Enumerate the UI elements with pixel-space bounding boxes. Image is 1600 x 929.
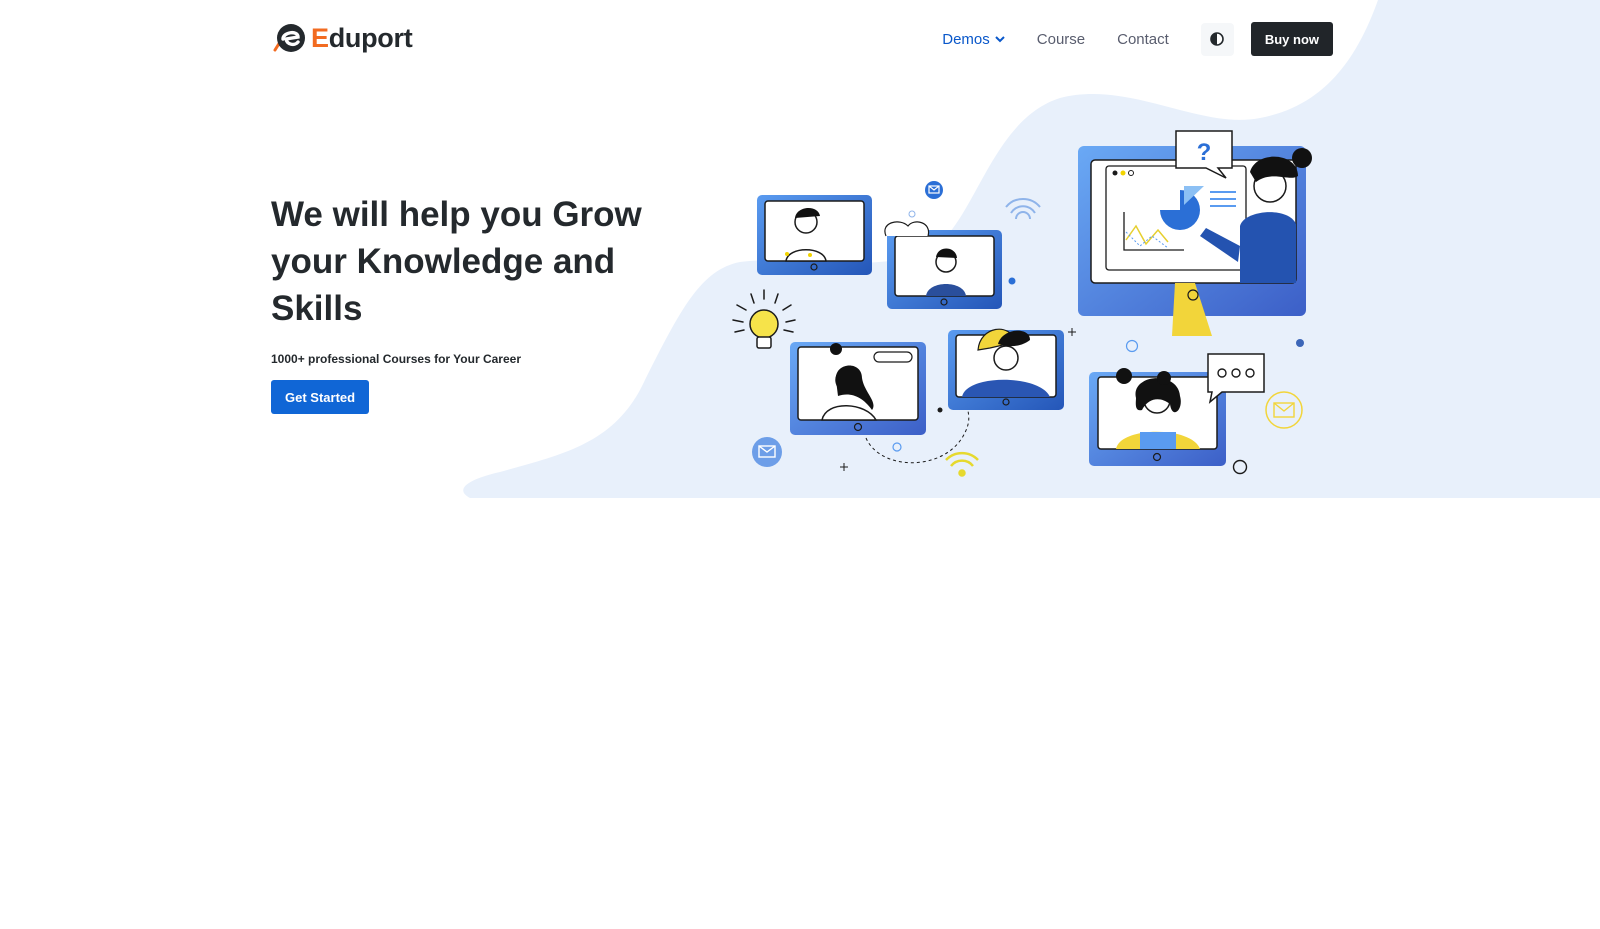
- brand-name-initial: E: [311, 22, 329, 53]
- presenter-monitor: ?: [1078, 130, 1312, 336]
- lightbulb-icon: [732, 289, 796, 349]
- video-tile-3: [790, 342, 926, 435]
- nav-item-label: Demos: [942, 30, 990, 48]
- video-tile-5: [1089, 353, 1265, 466]
- half-circle-contrast-icon: [1210, 32, 1225, 46]
- eduport-logo-icon: [273, 24, 305, 52]
- mail-icon: [925, 181, 943, 199]
- mail-icon: [752, 437, 782, 467]
- buy-now-button[interactable]: Buy now: [1250, 22, 1333, 56]
- main-nav: Demos Course Contact Buy now: [942, 22, 1333, 56]
- wifi-icon: [945, 451, 979, 477]
- video-tile-2: [884, 221, 1002, 309]
- video-tile-4: [948, 328, 1064, 410]
- video-tile-1: [757, 195, 872, 275]
- get-started-button[interactable]: Get Started: [271, 380, 370, 414]
- nav-item-label: Course: [1036, 30, 1086, 48]
- hero-content: We will help you Grow your Knowledge and…: [271, 191, 691, 414]
- hero-title: We will help you Grow your Knowledge and…: [271, 195, 642, 328]
- site-header: Eduport Demos Course Contact Buy now: [0, 0, 1600, 80]
- nav-item-label: Contact: [1117, 30, 1169, 48]
- brand-name-rest: duport: [328, 22, 413, 53]
- nav-item-contact[interactable]: Contact: [1117, 31, 1169, 48]
- nav-item-demos[interactable]: Demos: [942, 31, 1005, 48]
- question-mark-text: ?: [1197, 139, 1212, 166]
- wifi-icon: [1005, 197, 1041, 220]
- brand-name: Eduport: [311, 22, 413, 54]
- hero-subtitle: 1000+ professional Courses for Your Care…: [271, 352, 521, 366]
- theme-toggle-button[interactable]: [1200, 22, 1234, 56]
- mail-icon: [1265, 391, 1303, 429]
- chevron-down-icon: [995, 36, 1005, 43]
- brand-logo[interactable]: Eduport: [271, 20, 413, 56]
- nav-item-course[interactable]: Course: [1037, 31, 1085, 48]
